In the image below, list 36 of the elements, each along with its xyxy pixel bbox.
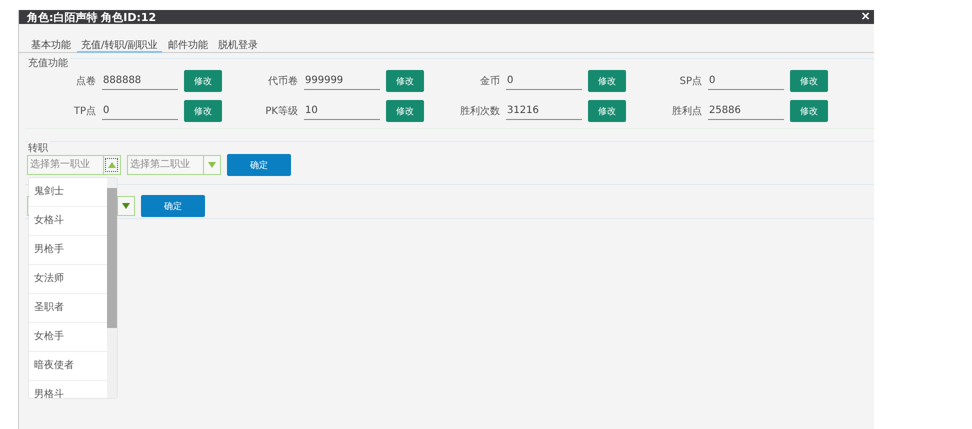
field-label: SP点 [678,74,703,88]
field-label: 胜利点 [671,104,703,118]
input-field[interactable]: 999999 [304,72,380,90]
modify-button[interactable]: 修改 [184,70,222,92]
input-field[interactable]: 888888 [102,72,178,90]
field-label: 代币卷 [267,74,299,88]
input-field[interactable]: 31216 [506,102,582,120]
field-label: 胜利次数 [459,104,501,118]
tab[interactable]: 充值/转职/副职业 [77,38,162,53]
section-title: 充值功能 [28,56,70,70]
select-placeholder: 选择第二职业 [129,158,191,172]
select-placeholder: 选择第一职业 [29,158,91,172]
modify-button[interactable]: 修改 [184,100,222,122]
modify-button[interactable]: 修改 [790,100,828,122]
field-label: 点卷 [75,74,97,88]
modify-button[interactable]: 修改 [386,70,424,92]
modify-button[interactable]: 修改 [790,70,828,92]
field-label: PK等级 [264,105,299,118]
tab[interactable]: 脱机登录 [214,38,262,53]
confirm-button[interactable]: 确定 [141,195,205,217]
input-field[interactable]: 0 [506,72,582,90]
window-title: 角色:白陌声特 角色ID:12 [27,10,156,24]
modify-button[interactable]: 修改 [588,100,626,122]
tab[interactable]: 基本功能 [27,38,75,53]
input-field[interactable]: 25886 [708,102,784,120]
confirm-button[interactable]: 确定 [227,154,291,176]
field-label: TP点 [72,104,97,118]
input-field[interactable]: 0 [102,102,178,120]
close-button[interactable]: ✕ [861,10,870,24]
tab[interactable]: 邮件功能 [164,38,212,53]
field-label: 金币 [479,74,501,88]
section-title: 转职 [28,141,50,155]
input-field[interactable]: 10 [304,102,380,120]
modify-button[interactable]: 修改 [588,70,626,92]
modify-button[interactable]: 修改 [386,100,424,122]
input-field[interactable]: 0 [708,72,784,90]
